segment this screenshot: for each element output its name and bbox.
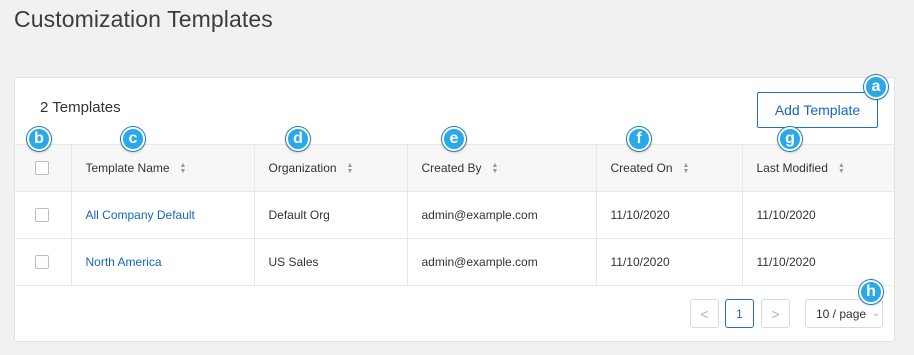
column-label: Template Name bbox=[85, 161, 170, 175]
prev-page-button[interactable]: < bbox=[690, 299, 719, 328]
column-header-last-modified[interactable]: Last Modified ▲ ▼ bbox=[742, 144, 894, 192]
chevron-down-icon: ⌄ bbox=[872, 308, 881, 319]
sort-icon[interactable]: ▲ ▼ bbox=[492, 162, 499, 175]
column-header-organization[interactable]: Organization ▲ ▼ bbox=[254, 144, 408, 192]
templates-card: 2 Templates Add Template Template Name ▲ ▼… bbox=[14, 77, 895, 342]
table-row: All Company Default Default Org admin@ex… bbox=[15, 191, 894, 239]
row-checkbox[interactable] bbox=[35, 208, 49, 223]
annotation-marker-g: g bbox=[778, 127, 802, 151]
column-label: Organization bbox=[268, 161, 337, 175]
add-template-button[interactable]: Add Template bbox=[757, 92, 878, 128]
templates-table: Template Name ▲ ▼ Organization ▲ ▼ Created B… bbox=[15, 144, 894, 286]
annotation-marker-h: h bbox=[859, 280, 883, 304]
current-page-button[interactable]: 1 bbox=[725, 299, 754, 328]
annotation-marker-f: f bbox=[627, 127, 651, 151]
page-title: Customization Templates bbox=[14, 6, 273, 32]
cell-template-name: North America bbox=[71, 238, 255, 286]
select-all-cell bbox=[15, 144, 72, 192]
cell-last-modified: 11/10/2020 bbox=[742, 238, 894, 286]
column-header-created-by[interactable]: Created By ▲ ▼ bbox=[407, 144, 597, 192]
annotation-marker-e: e bbox=[442, 127, 466, 151]
template-count: 2 Templates bbox=[40, 99, 121, 116]
column-label: Created By bbox=[421, 161, 482, 175]
column-header-template-name[interactable]: Template Name ▲ ▼ bbox=[71, 144, 255, 192]
cell-template-name: All Company Default bbox=[71, 191, 255, 239]
annotation-marker-d: d bbox=[286, 127, 310, 151]
table-row: North America US Sales admin@example.com… bbox=[15, 238, 894, 286]
select-all-checkbox[interactable] bbox=[35, 161, 49, 176]
annotation-marker-b: b bbox=[27, 127, 51, 151]
table-header-row: Template Name ▲ ▼ Organization ▲ ▼ Created B… bbox=[15, 144, 894, 192]
annotation-marker-a: a bbox=[864, 75, 888, 99]
cell-organization: US Sales bbox=[254, 238, 408, 286]
sort-icon[interactable]: ▲ ▼ bbox=[683, 162, 690, 175]
cell-created-on: 11/10/2020 bbox=[596, 191, 743, 239]
cell-created-on: 11/10/2020 bbox=[596, 238, 743, 286]
column-header-created-on[interactable]: Created On ▲ ▼ bbox=[596, 144, 743, 192]
annotation-marker-c: c bbox=[121, 127, 145, 151]
sort-icon[interactable]: ▲ ▼ bbox=[180, 162, 187, 175]
cell-last-modified: 11/10/2020 bbox=[742, 191, 894, 239]
template-link[interactable]: All Company Default bbox=[86, 208, 195, 222]
row-select-cell bbox=[15, 238, 72, 286]
sort-icon[interactable]: ▲ ▼ bbox=[347, 162, 354, 175]
row-checkbox[interactable] bbox=[35, 255, 49, 270]
column-label: Last Modified bbox=[756, 161, 828, 175]
next-page-button[interactable]: > bbox=[761, 299, 790, 328]
cell-created-by: admin@example.com bbox=[407, 191, 597, 239]
cell-created-by: admin@example.com bbox=[407, 238, 597, 286]
sort-icon[interactable]: ▲ ▼ bbox=[838, 162, 845, 175]
row-select-cell bbox=[15, 191, 72, 239]
template-link[interactable]: North America bbox=[86, 255, 162, 269]
cell-organization: Default Org bbox=[254, 191, 408, 239]
page-size-value: 10 / page bbox=[816, 306, 867, 321]
column-label: Created On bbox=[610, 161, 673, 175]
